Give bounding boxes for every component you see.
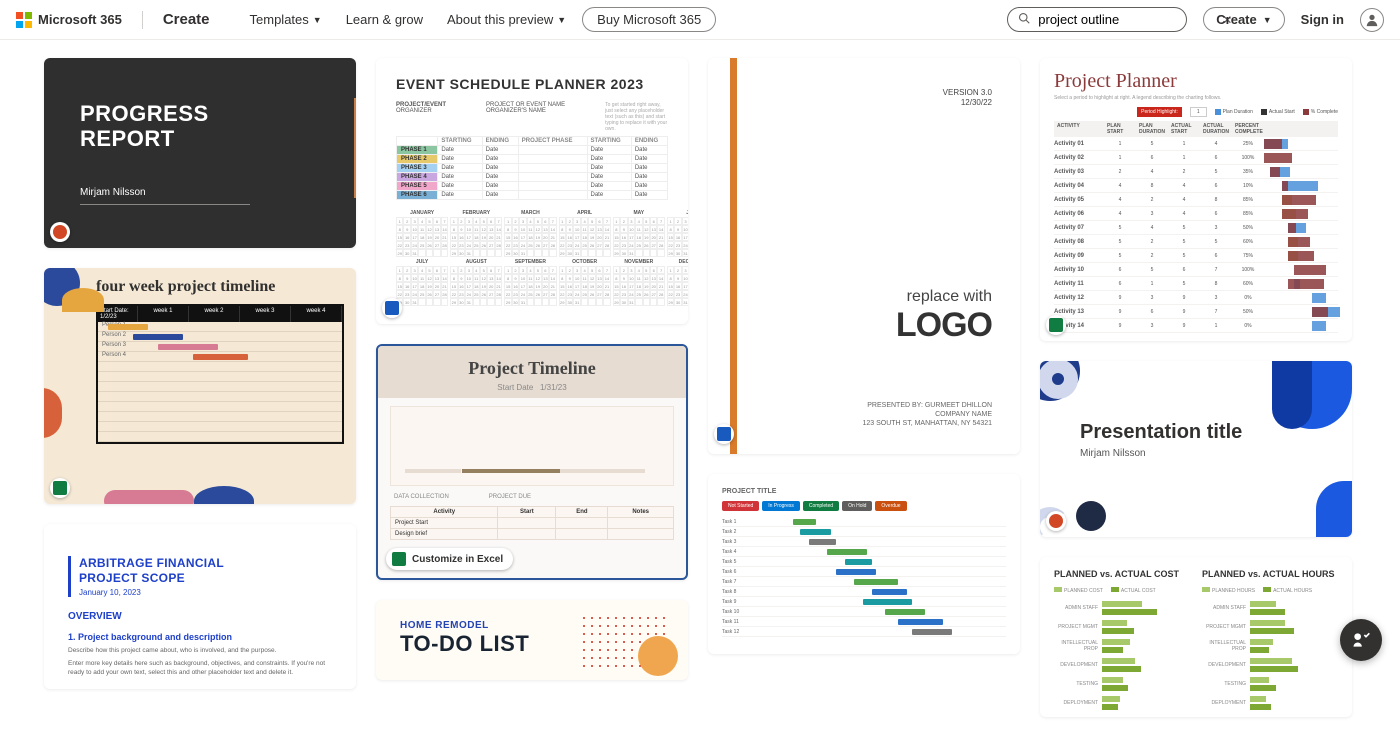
status-pill: In Progress: [762, 501, 800, 511]
gantt-row: Task 12: [722, 627, 1006, 637]
excel-badge-icon: [50, 478, 70, 498]
bar-row: PROJECT MGMT: [1202, 619, 1338, 635]
bar-row: INTELLECTUAL PROP: [1202, 638, 1338, 654]
template-card-four-week-timeline[interactable]: four week project timeline Start Date: 1…: [44, 268, 356, 504]
template-card-project-timeline[interactable]: Project Timeline Start Date 1/31/23 DATA…: [376, 344, 688, 580]
ms-logo-group[interactable]: Microsoft 365: [16, 12, 122, 28]
planner-row: Activity 05424885%: [1054, 193, 1338, 207]
timeline-row: Person 1: [98, 322, 342, 332]
planner-row: Activity 1493910%: [1054, 319, 1338, 333]
nav-about-preview[interactable]: About this preview▼: [447, 12, 566, 27]
gantt-row: Task 4: [722, 547, 1006, 557]
template-card-replace-logo[interactable]: VERSION 3.012/30/22 replace withLOGO PRE…: [708, 58, 1020, 454]
template-card-gantt[interactable]: PROJECT TITLE Not StartedIn ProgressComp…: [708, 474, 1020, 654]
gantt-row: Task 9: [722, 597, 1006, 607]
planner-row: Activity 06434685%: [1054, 207, 1338, 221]
gantt-row: Task 2: [722, 527, 1006, 537]
bar-row: DEPLOYMENT: [1054, 695, 1190, 711]
gantt-row: Task 11: [722, 617, 1006, 627]
primary-nav: Templates▼ Learn & grow About this previ…: [250, 12, 567, 27]
timeline-row: [98, 402, 342, 412]
customize-in-excel-button[interactable]: Customize in Excel: [386, 548, 513, 570]
template-card-arbitrage-scope[interactable]: ARBITRAGE FINANCIALPROJECT SCOPE January…: [44, 524, 356, 689]
template-card-event-schedule[interactable]: EVENT SCHEDULE PLANNER 2023 PROJECT/EVEN…: [376, 58, 688, 324]
powerpoint-badge-icon: [50, 222, 70, 242]
gantt-row: Task 5: [722, 557, 1006, 567]
timeline-row: [98, 382, 342, 392]
bar-row: TESTING: [1054, 676, 1190, 692]
planner-row: Activity 03242535%: [1054, 165, 1338, 179]
bar-row: TESTING: [1202, 676, 1338, 692]
author-label: Mirjam Nilsson: [80, 187, 250, 205]
planner-row: Activity 09525675%: [1054, 249, 1338, 263]
timeline-row: Person 2: [98, 332, 342, 342]
template-card-planned-vs-actual[interactable]: PLANNED vs. ACTUAL COST PLANNED COSTACTU…: [1040, 557, 1352, 717]
create-button[interactable]: Create▼: [1203, 7, 1284, 32]
template-card-project-planner[interactable]: Project Planner Select a period to highl…: [1040, 58, 1352, 341]
status-pill: Overdue: [875, 501, 906, 511]
account-avatar[interactable]: [1360, 8, 1384, 32]
timeline-row: [98, 372, 342, 382]
template-gallery: PROGRESSREPORT Mirjam Nilsson four week …: [0, 40, 1400, 735]
powerpoint-badge-icon: [1046, 511, 1066, 531]
gantt-row: Task 6: [722, 567, 1006, 577]
timeline-row: [98, 422, 342, 432]
bar-row: ADMIN STAFF: [1202, 600, 1338, 616]
status-pill: On Hold: [842, 501, 872, 511]
template-card-home-remodel-todo[interactable]: HOME REMODEL TO-DO LIST: [376, 600, 688, 680]
timeline-row: [98, 362, 342, 372]
gantt-row: Task 3: [722, 537, 1006, 547]
bar-row: PROJECT MGMT: [1054, 619, 1190, 635]
word-badge-icon: [714, 424, 734, 444]
planner-row: Activity 01151425%: [1054, 137, 1338, 151]
planner-row: Activity 106567100%: [1054, 263, 1338, 277]
timeline-row: [98, 392, 342, 402]
template-card-presentation-title[interactable]: Presentation title Mirjam Nilsson: [1040, 361, 1352, 537]
planner-row: Activity 021616100%: [1054, 151, 1338, 165]
status-pill: Completed: [803, 501, 839, 511]
search-input[interactable]: [1038, 12, 1214, 27]
buy-m365-button[interactable]: Buy Microsoft 365: [582, 7, 716, 32]
timeline-row: Person 3: [98, 342, 342, 352]
nav-learn-grow[interactable]: Learn & grow: [346, 12, 423, 27]
gantt-row: Task 10: [722, 607, 1006, 617]
bar-row: DEVELOPMENT: [1202, 657, 1338, 673]
header-divider: [142, 11, 143, 29]
bar-row: ADMIN STAFF: [1054, 600, 1190, 616]
template-card-progress-report[interactable]: PROGRESSREPORT Mirjam Nilsson: [44, 58, 356, 248]
gantt-row: Task 8: [722, 587, 1006, 597]
top-header: Microsoft 365 Create Templates▼ Learn & …: [0, 0, 1400, 40]
chevron-down-icon: ▼: [313, 15, 322, 25]
microsoft-logo-icon: [16, 12, 32, 28]
planner-row: Activity 08525560%: [1054, 235, 1338, 249]
bar-row: DEPLOYMENT: [1202, 695, 1338, 711]
planner-row: Activity 04484610%: [1054, 179, 1338, 193]
word-badge-icon: [382, 298, 402, 318]
nav-templates[interactable]: Templates▼: [250, 12, 322, 27]
planner-row: Activity 1293930%: [1054, 291, 1338, 305]
timeline-row: [98, 412, 342, 422]
timeline-row: [98, 432, 342, 442]
planner-row: Activity 07545350%: [1054, 221, 1338, 235]
search-icon: [1018, 12, 1030, 27]
planner-row: Activity 11615860%: [1054, 277, 1338, 291]
excel-icon: [392, 552, 406, 566]
brand-label[interactable]: Create: [163, 11, 210, 28]
gantt-row: Task 7: [722, 577, 1006, 587]
excel-badge-icon: [1046, 315, 1066, 335]
ms365-label: Microsoft 365: [38, 12, 122, 27]
status-pill: Not Started: [722, 501, 759, 511]
bar-row: DEVELOPMENT: [1054, 657, 1190, 673]
gantt-row: Task 1: [722, 517, 1006, 527]
chevron-down-icon: ▼: [557, 15, 566, 25]
bar-row: INTELLECTUAL PROP: [1054, 638, 1190, 654]
feedback-fab[interactable]: [1340, 619, 1382, 661]
sign-in-link[interactable]: Sign in: [1301, 12, 1344, 27]
search-box[interactable]: ✕: [1007, 7, 1187, 32]
chevron-down-icon: ▼: [1263, 15, 1272, 25]
planner-row: Activity 13969750%: [1054, 305, 1338, 319]
timeline-row: Person 4: [98, 352, 342, 362]
